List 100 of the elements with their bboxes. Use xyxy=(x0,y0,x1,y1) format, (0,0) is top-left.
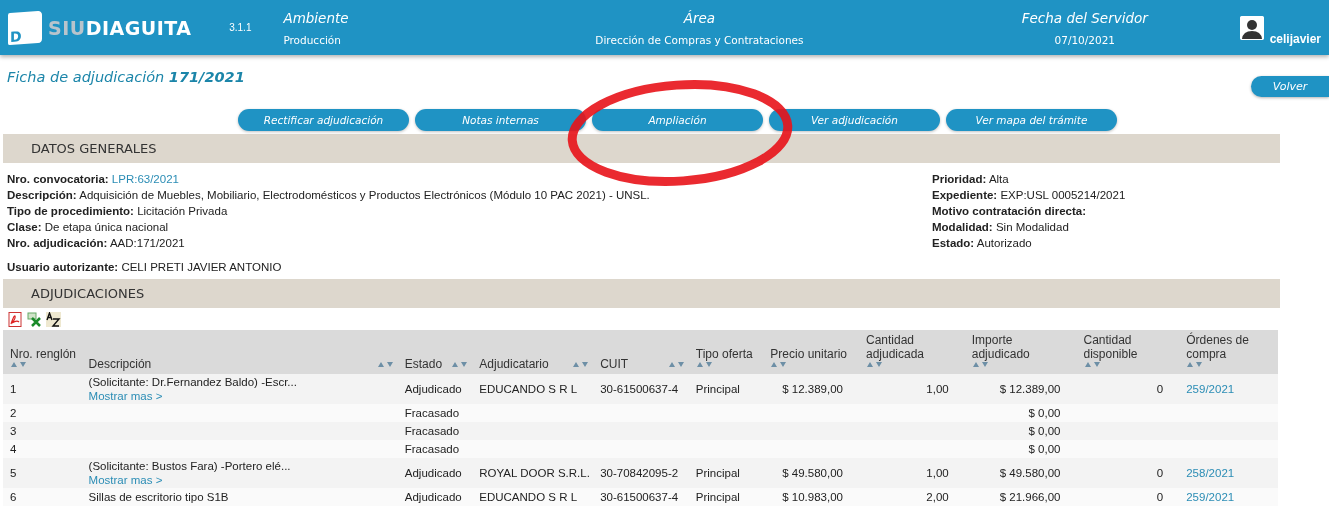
convocatoria-link[interactable]: LPR:63/2021 xyxy=(111,173,179,185)
table-cell: 3 xyxy=(10,425,17,437)
table-cell: 1,00 xyxy=(926,467,949,479)
sort-icon[interactable] xyxy=(667,361,685,368)
user-avatar-icon[interactable] xyxy=(1239,15,1264,40)
field-label: Prioridad: xyxy=(932,173,987,185)
field-label: Descripción: xyxy=(7,189,77,201)
table-cell: 1 xyxy=(10,383,17,395)
field-value: Alta xyxy=(988,173,1009,185)
field-value: De etapa única nacional xyxy=(44,221,169,233)
action-button[interactable]: Ampliación xyxy=(592,109,763,131)
table-cell: Principal xyxy=(695,383,740,395)
column-header[interactable]: Estado xyxy=(404,357,443,371)
table-cell: Adjudicado xyxy=(404,383,462,395)
sort-icon[interactable] xyxy=(971,361,989,368)
table-cell: $ 10.983,00 xyxy=(782,491,843,503)
field-label: Nro. convocatoria: xyxy=(7,173,109,185)
field-value: Sin Modalidad xyxy=(995,221,1069,233)
header-label: Ambiente xyxy=(283,9,350,26)
table-cell: $ 21.966,00 xyxy=(999,491,1061,503)
table-cell: ROYAL DOOR S.R.L. xyxy=(479,467,590,479)
column-header[interactable]: Descripción xyxy=(88,357,152,371)
table-cell: Principal xyxy=(695,467,740,479)
table-cell: 0 xyxy=(1156,491,1164,503)
table-cell: $ 12.389,00 xyxy=(999,383,1061,395)
column-header[interactable]: Adjudicatario xyxy=(479,357,549,371)
table-cell: 1,00 xyxy=(926,383,949,395)
table-cell-text: (Solicitante: Dr.Fernandez Baldo) -Escr... xyxy=(88,375,298,389)
table-cell: 5 xyxy=(10,467,17,479)
sort-icon[interactable] xyxy=(1083,361,1101,368)
sort-icon[interactable] xyxy=(572,361,590,368)
column-header[interactable]: CUIT xyxy=(600,357,629,371)
field-value: Licitación Privada xyxy=(137,205,228,217)
table-cell: 30-70842095-2 xyxy=(600,467,679,479)
field-value: Autorizado xyxy=(976,237,1032,249)
app-logo: SIUDIAGUITA xyxy=(48,16,192,39)
table-cell: $ 49.580,00 xyxy=(999,467,1061,479)
table-cell: 2 xyxy=(10,407,17,419)
field-label: Usuario autorizante: xyxy=(7,261,119,273)
table-cell: 0 xyxy=(1156,383,1164,395)
table-cell-text: Sillas de escritorio tipo S1B xyxy=(88,490,230,504)
field-value: CELI PRETI JAVIER ANTONIO xyxy=(121,261,282,273)
back-button[interactable]: Volver xyxy=(1251,76,1329,97)
table-cell: 6 xyxy=(10,491,17,503)
field-value: AAD:171/2021 xyxy=(109,237,185,249)
sort-icon[interactable] xyxy=(376,361,394,368)
table-cell: $ 0,00 xyxy=(1028,425,1061,437)
user-name[interactable]: celijavier xyxy=(1269,31,1321,46)
field-value: EXP:USL 0005214/2021 xyxy=(1000,189,1126,201)
show-more-link[interactable]: Mostrar mas > xyxy=(88,389,394,403)
table-cell: EDUCANDO S R L xyxy=(479,491,578,503)
sort-icon[interactable] xyxy=(695,361,713,368)
action-button[interactable]: Ver mapa del trámite xyxy=(946,109,1117,131)
table-cell: 30-61500637-4 xyxy=(600,383,679,395)
table-cell: Adjudicado xyxy=(404,491,462,503)
pdf-export-icon[interactable] xyxy=(8,312,23,327)
action-button[interactable]: Ver adjudicación xyxy=(769,109,940,131)
table-cell: 2,00 xyxy=(926,491,949,503)
sort-icon[interactable] xyxy=(451,361,469,368)
page-title: Ficha de adjudicación 171/2021 xyxy=(7,69,245,85)
order-link[interactable]: 258/2021 xyxy=(1186,467,1235,479)
table-cell: Principal xyxy=(695,491,740,503)
header-value: Producción xyxy=(283,33,342,46)
table-cell: $ 0,00 xyxy=(1028,407,1061,419)
sort-icon[interactable] xyxy=(1186,361,1204,368)
sort-icon[interactable] xyxy=(10,361,27,368)
logo-icon: D xyxy=(8,10,42,45)
field-value: Adquisición de Muebles, Mobiliario, Electrodomésticos y Productos Electrónicos (Módulo 10 PAC 2021) - UNSL. xyxy=(79,189,650,201)
table-cell: EDUCANDO S R L xyxy=(479,383,578,395)
table-cell: Fracasado xyxy=(404,443,460,455)
table-cell: Fracasado xyxy=(404,425,460,437)
section-header: DATOS GENERALES xyxy=(3,134,1280,163)
version-label: 3.1.1 xyxy=(229,22,253,33)
section-header: ADJUDICACIONES xyxy=(3,279,1280,308)
field-label: Tipo de procedimiento: xyxy=(7,205,134,217)
sort-icon[interactable] xyxy=(866,361,883,368)
table-cell: Fracasado xyxy=(404,407,460,419)
table-cell: $ 49.580,00 xyxy=(782,467,843,479)
order-link[interactable]: 259/2021 xyxy=(1186,383,1235,395)
table-cell: $ 0,00 xyxy=(1028,443,1061,455)
header-value: Dirección de Compras y Contrataciones xyxy=(595,33,804,46)
table-cell: 0 xyxy=(1156,467,1164,479)
field-label: Nro. adjudicación: xyxy=(7,237,108,249)
sort-az-icon[interactable] xyxy=(46,312,61,327)
action-button[interactable]: Notas internas xyxy=(415,109,586,131)
header-label: Fecha del Servidor xyxy=(1021,9,1148,26)
spreadsheet-export-icon[interactable] xyxy=(27,312,42,327)
header-value: 07/10/2021 xyxy=(1054,33,1116,46)
field-label: Clase: xyxy=(7,221,42,233)
field-label: Expediente: xyxy=(932,189,998,201)
table-cell: Adjudicado xyxy=(404,467,462,479)
table-cell-text: (Solicitante: Bustos Fara) -Portero elé... xyxy=(88,459,292,473)
action-button[interactable]: Rectificar adjudicación xyxy=(238,109,409,131)
show-more-link[interactable]: Mostrar mas > xyxy=(88,473,394,487)
table-cell: 30-61500637-4 xyxy=(600,491,679,503)
field-label: Motivo contratación directa: xyxy=(932,205,1086,217)
sort-icon[interactable] xyxy=(770,361,788,368)
table-cell: 4 xyxy=(10,443,17,455)
table-cell: $ 12.389,00 xyxy=(782,383,843,395)
field-label: Modalidad: xyxy=(932,221,993,233)
